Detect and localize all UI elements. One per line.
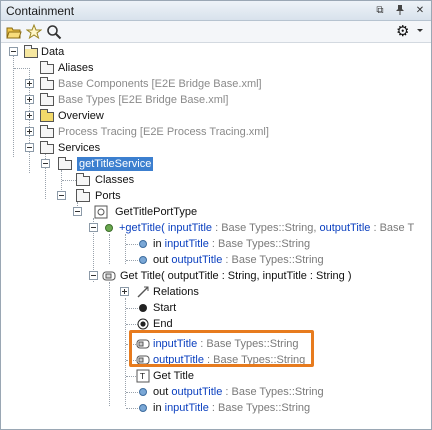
package-icon (75, 188, 91, 204)
tree-label: Get Title (153, 370, 194, 382)
parameter-icon (135, 252, 151, 268)
tree-item-data[interactable]: Data (1, 44, 431, 60)
containment-tree: Data Aliases Base Components [E2E Bridge… (1, 44, 431, 429)
tree-item-overview[interactable]: Overview (1, 108, 431, 124)
pin-icon[interactable] (393, 4, 407, 18)
tree-label: Services (58, 142, 101, 154)
panel-titlebar: Containment ⧉ ✕ (1, 1, 431, 21)
collapse-toggle[interactable] (73, 207, 82, 216)
open-folder-icon[interactable] (6, 24, 22, 40)
tree-item-relations[interactable]: Relations (1, 284, 431, 300)
tree-item-action-in[interactable]: in inputTitle : Base Types::String (1, 400, 431, 416)
tree-label: GetTitlePortType (115, 206, 198, 218)
tree-label: Aliases (58, 62, 94, 74)
svg-text:T: T (139, 372, 145, 381)
tree-line (14, 68, 28, 69)
expand-toggle[interactable] (25, 111, 34, 120)
service-package-icon (57, 156, 73, 172)
tree-label: Base Types [E2E Bridge Base.xml] (58, 94, 229, 106)
linked-package-icon (39, 124, 55, 140)
initial-node-icon (135, 300, 151, 316)
package-icon (75, 172, 91, 188)
tree-label: Ports (95, 190, 121, 202)
toolbar: ⚙ (1, 21, 431, 43)
package-icon (39, 140, 55, 156)
tree-label: in inputTitle : Base Types::String (153, 238, 311, 250)
collapse-toggle[interactable] (89, 271, 98, 280)
tree-item-in-parameter[interactable]: in inputTitle : Base Types::String (1, 236, 431, 252)
tree-item-get-title-activity[interactable]: Get Title( outputTitle : String, inputTi… (1, 268, 431, 284)
linked-package-icon (39, 76, 55, 92)
panel-title: Containment (6, 4, 75, 18)
tree-item-process-tracing[interactable]: Process Tracing [E2E Process Tracing.xml… (1, 124, 431, 140)
collapse-toggle[interactable] (57, 191, 66, 200)
tree-item-base-types[interactable]: Base Types [E2E Bridge Base.xml] (1, 92, 431, 108)
tree-item-get-title-port-type[interactable]: GetTitlePortType (1, 204, 431, 220)
tree-item-get-title-operation[interactable]: +getTitle( inputTitle : Base Types::Stri… (1, 220, 431, 236)
chevron-down-icon[interactable] (415, 25, 431, 41)
tree-item-action-out[interactable]: out outputTitle : Base Types::String (1, 384, 431, 400)
restore-icon[interactable]: ⧉ (373, 4, 387, 18)
star-icon[interactable] (25, 23, 43, 40)
tree-label: End (153, 318, 173, 330)
tree-item-get-title-action[interactable]: T Get Title (1, 368, 431, 384)
tree-item-aliases[interactable]: Aliases (1, 60, 431, 76)
linked-package-icon (39, 92, 55, 108)
tree-item-base-components[interactable]: Base Components [E2E Bridge Base.xml] (1, 76, 431, 92)
tree-label-selected: getTitleService (77, 157, 154, 171)
tree-label: in inputTitle : Base Types::String (153, 402, 311, 414)
search-icon[interactable] (46, 24, 62, 40)
collapse-toggle[interactable] (41, 159, 50, 168)
collapse-toggle[interactable] (25, 143, 34, 152)
tree-label: Relations (153, 286, 199, 298)
parameter-icon (135, 384, 151, 400)
tree-label: +getTitle( inputTitle : Base Types::Stri… (119, 222, 415, 234)
parameter-icon (135, 400, 151, 416)
tree-label: Process Tracing [E2E Process Tracing.xml… (58, 126, 269, 138)
package-icon (39, 60, 55, 76)
tree-item-get-title-service[interactable]: getTitleService (1, 156, 431, 172)
highlight-box (129, 330, 314, 367)
settings-gear-icon[interactable]: ⚙ (396, 23, 412, 39)
expand-toggle[interactable] (25, 127, 34, 136)
expand-toggle[interactable] (25, 79, 34, 88)
tree-label: Base Components [E2E Bridge Base.xml] (58, 78, 262, 90)
parameter-icon (135, 236, 151, 252)
tree-item-classes[interactable]: Classes (1, 172, 431, 188)
action-icon: T (135, 368, 151, 384)
port-type-icon (93, 204, 109, 220)
tree-label: Start (153, 302, 177, 314)
tree-line (62, 180, 76, 181)
activity-icon (101, 268, 117, 284)
relations-icon (135, 284, 151, 300)
containment-panel: Containment ⧉ ✕ ⚙ Data Aliases Base Comp… (0, 0, 432, 430)
collapse-toggle[interactable] (9, 47, 18, 56)
tree-item-services[interactable]: Services (1, 140, 431, 156)
tree-item-ports[interactable]: Ports (1, 188, 431, 204)
collapse-toggle[interactable] (89, 223, 98, 232)
close-icon[interactable]: ✕ (413, 4, 427, 18)
tree-item-out-parameter[interactable]: out outputTitle : Base Types::String (1, 252, 431, 268)
tree-label: Data (41, 46, 65, 58)
tree-label: Get Title( outputTitle : String, inputTi… (120, 270, 352, 282)
folder-icon (39, 108, 55, 124)
expand-toggle[interactable] (120, 287, 129, 296)
expand-toggle[interactable] (25, 95, 34, 104)
tree-item-start[interactable]: Start (1, 300, 431, 316)
tree-label: out outputTitle : Base Types::String (153, 386, 324, 398)
package-icon (23, 44, 39, 60)
tree-label: out outputTitle : Base Types::String (153, 254, 324, 266)
operation-icon (101, 220, 117, 236)
tree-label: Overview (58, 110, 104, 122)
tree-label: Classes (95, 174, 135, 186)
